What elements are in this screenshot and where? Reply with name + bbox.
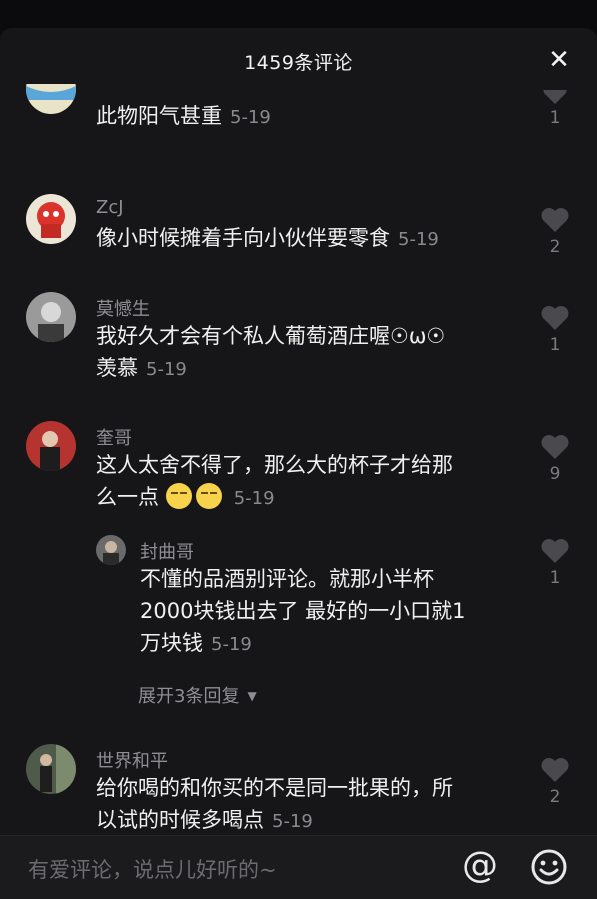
comment-date: 5-19 — [272, 811, 313, 832]
like-button[interactable]: 1 — [539, 304, 571, 355]
comment-input[interactable]: 有爱评论，说点儿好听的~ — [28, 854, 277, 884]
smirk-emoji-icon — [165, 483, 192, 509]
smirk-emoji-icon — [195, 483, 222, 509]
comment-date: 5-19 — [233, 488, 275, 509]
heart-icon — [541, 208, 569, 232]
comment-sheet: 1459条评论 ✕ 此物阳气甚重 5-19 1 ZcJ 像小时候摊着手向小伙伴要零… — [0, 28, 597, 899]
like-count: 1 — [549, 568, 561, 588]
comment-date: 5-19 — [230, 107, 271, 128]
comment-input-bar: 有爱评论，说点儿好听的~ @ — [0, 835, 597, 899]
reply-username[interactable]: 封曲哥 — [140, 538, 194, 564]
comment-username[interactable]: 莫憾生 — [96, 295, 150, 321]
heart-icon — [541, 306, 569, 330]
comment-text: 这人太舍不得了，那么大的杯子才给那 么一点 5-19 — [96, 453, 453, 509]
avatar[interactable] — [26, 744, 76, 794]
comment-username[interactable]: ZcJ — [96, 197, 124, 218]
close-icon[interactable]: ✕ — [545, 46, 573, 74]
like-button[interactable]: 9 — [539, 433, 571, 484]
like-count: 1 — [549, 335, 561, 355]
like-count: 9 — [549, 464, 561, 484]
comment-count-title: 1459条评论 — [244, 52, 353, 74]
like-button[interactable]: 2 — [539, 206, 571, 257]
comment-list[interactable]: 此物阳气甚重5-19 1 ZcJ 像小时候摊着手向小伙伴要零食5-19 2 — [0, 84, 597, 836]
comment-header: 1459条评论 ✕ — [0, 28, 597, 92]
comment-date: 5-19 — [211, 634, 252, 655]
heart-icon — [541, 539, 569, 563]
like-count: 2 — [549, 787, 561, 807]
like-button[interactable]: 2 — [539, 756, 571, 807]
avatar[interactable] — [26, 194, 76, 244]
heart-icon — [541, 758, 569, 782]
at-mention-icon[interactable]: @ — [462, 846, 498, 886]
comment-date: 5-19 — [146, 359, 187, 380]
like-count: 2 — [549, 237, 561, 257]
comment-text: 给你喝的和你买的不是同一批果的，所 以试的时候多喝点 5-19 — [96, 776, 453, 832]
avatar[interactable] — [26, 292, 76, 342]
comment-username[interactable]: 世界和平 — [96, 747, 168, 773]
avatar[interactable] — [96, 535, 126, 565]
like-button[interactable]: 1 — [539, 90, 571, 128]
heart-icon — [543, 90, 567, 104]
avatar[interactable] — [26, 421, 76, 471]
heart-icon — [541, 435, 569, 459]
comment-text: 像小时候摊着手向小伙伴要零食 5-19 — [96, 226, 439, 250]
like-button[interactable]: 1 — [539, 537, 571, 588]
emoji-icon[interactable] — [530, 848, 568, 890]
reply-text: 不懂的品酒别评论。就那小半杯 2000块钱出去了 最好的一小口就1 万块钱 5-1… — [140, 567, 466, 655]
comment-text: 此物阳气甚重 5-19 — [96, 104, 271, 128]
expand-replies-link[interactable]: 展开3条回复 ▼ — [138, 682, 257, 708]
avatar[interactable] — [26, 84, 76, 114]
like-count: 1 — [549, 108, 561, 128]
comment-text: 我好久才会有个私人葡萄酒庄喔☉ω☉ 羡慕 5-19 — [96, 324, 446, 380]
comment-username[interactable]: 奎哥 — [96, 424, 132, 450]
triangle-down-icon: ▼ — [247, 689, 257, 703]
comment-date: 5-19 — [398, 229, 439, 250]
